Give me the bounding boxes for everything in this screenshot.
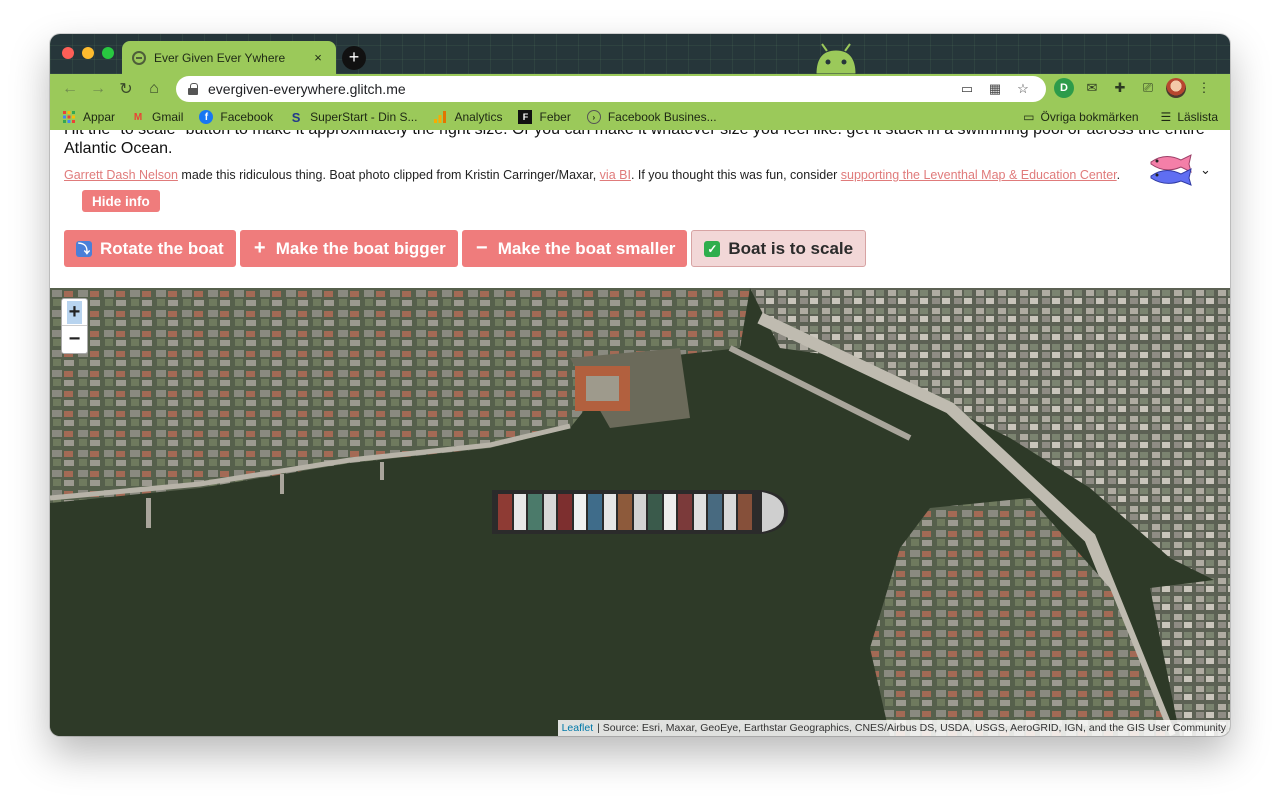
- bookmark-label: Facebook Busines...: [607, 110, 717, 124]
- ever-given-boat[interactable]: [492, 490, 788, 534]
- bookmark-gmail[interactable]: M Gmail: [131, 110, 184, 124]
- zoom-window-button[interactable]: [102, 47, 114, 59]
- intro-line-1: Hit the "to scale" button to make it app…: [64, 130, 1214, 139]
- chevron-down-icon[interactable]: ⌄: [1200, 162, 1211, 178]
- globe-icon: [132, 50, 146, 65]
- credit-text: .: [1116, 168, 1121, 182]
- bookmark-label: SuperStart - Din S...: [310, 110, 418, 124]
- home-icon[interactable]: ⌂: [140, 75, 168, 103]
- attribution-source: | Source: Esri, Maxar, GeoEye, Earthstar…: [597, 722, 1226, 734]
- install-app-icon[interactable]: ▭: [956, 81, 978, 97]
- bookmark-analytics[interactable]: Analytics: [433, 110, 502, 124]
- plus-icon: +: [253, 237, 266, 259]
- extension-green-icon[interactable]: D: [1054, 78, 1074, 98]
- via-bi-link[interactable]: via BI: [600, 168, 631, 182]
- map-imagery: [50, 288, 1230, 736]
- lock-icon[interactable]: [188, 83, 198, 95]
- button-label: Make the boat smaller: [497, 238, 676, 258]
- back-arrow-icon[interactable]: ←: [56, 75, 84, 103]
- browser-toolbar: ← → ↻ ⌂ evergiven-everywhere.glitch.me ▭…: [50, 74, 1230, 104]
- leaflet-link[interactable]: Leaflet: [562, 722, 594, 734]
- hide-info-button[interactable]: Hide info: [82, 190, 160, 212]
- cast-icon[interactable]: ⎚: [1138, 78, 1158, 98]
- facebook-business-icon: ›: [586, 110, 601, 124]
- tab-strip: Ever Given Ever Ywhere × +: [50, 34, 1230, 74]
- other-bookmarks[interactable]: Övriga bokmärken: [1041, 110, 1139, 124]
- map-attribution: Leaflet | Source: Esri, Maxar, GeoEye, E…: [557, 720, 1230, 736]
- check-mark-icon: ✓: [704, 240, 721, 257]
- superstart-icon: S: [291, 109, 301, 125]
- bookmarks-right: ▭ Övriga bokmärken ☰ Läslista: [1023, 104, 1218, 130]
- analytics-icon: [433, 110, 447, 124]
- facebook-icon: f: [199, 110, 214, 124]
- gmail-icon: M: [133, 111, 143, 123]
- intro-line-2: Atlantic Ocean.: [64, 140, 173, 157]
- apps-grid-icon: [62, 110, 76, 124]
- browser-window: Ever Given Ever Ywhere × + ← → ↻ ⌂ everg…: [50, 34, 1230, 736]
- reload-icon[interactable]: ↻: [112, 75, 140, 103]
- button-label: Boat is to scale: [728, 238, 854, 258]
- bigger-boat-button[interactable]: + Make the boat bigger: [239, 230, 458, 267]
- mail-extension-icon[interactable]: ✉: [1082, 78, 1102, 98]
- boat-to-scale-button[interactable]: ✓ Boat is to scale: [691, 230, 867, 267]
- author-link[interactable]: Garrett Dash Nelson: [64, 168, 178, 182]
- url-text[interactable]: evergiven-everywhere.glitch.me: [208, 81, 950, 97]
- fish-logo-icon: [1150, 154, 1192, 186]
- extensions-area: D ✉ ✚ ⎚ ⋮: [1054, 78, 1214, 98]
- bookmark-facebook-business[interactable]: › Facebook Busines...: [586, 110, 717, 124]
- satellite-map[interactable]: + − Leaflet | Source: Esri, Maxar, GeoEy…: [50, 288, 1230, 736]
- credit-text: . If you thought this was fun, consider: [630, 168, 841, 182]
- button-label: Rotate the boat: [100, 238, 224, 258]
- bookmark-superstart[interactable]: S SuperStart - Din S...: [289, 109, 418, 125]
- android-theme-icon: [815, 43, 857, 74]
- rotate-arrow-icon: ⤵: [76, 240, 92, 257]
- folder-icon: ▭: [1023, 110, 1035, 124]
- bookmark-appar[interactable]: Appar: [62, 110, 115, 124]
- bookmark-star-icon[interactable]: ☆: [1012, 81, 1034, 97]
- button-label: Make the boat bigger: [275, 238, 446, 258]
- zoom-control: + −: [61, 298, 88, 354]
- bookmark-label: Facebook: [220, 110, 274, 124]
- close-window-button[interactable]: [62, 47, 74, 59]
- forward-arrow-icon[interactable]: →: [84, 75, 112, 103]
- feber-icon: F: [518, 110, 533, 124]
- smaller-boat-button[interactable]: − Make the boat smaller: [461, 230, 688, 267]
- rotate-boat-button[interactable]: ⤵ Rotate the boat: [64, 230, 236, 267]
- bookmark-feber[interactable]: F Feber: [518, 110, 571, 124]
- kebab-menu-icon[interactable]: ⋮: [1194, 78, 1214, 98]
- boat-controls: ⤵ Rotate the boat + Make the boat bigger…: [64, 230, 867, 267]
- credits-line: Garrett Dash Nelson made this ridiculous…: [64, 168, 1120, 182]
- bookmark-label: Analytics: [454, 110, 503, 124]
- bookmark-label: Gmail: [152, 110, 184, 124]
- tab-close-icon[interactable]: ×: [310, 50, 326, 65]
- reading-list[interactable]: Läslista: [1177, 110, 1218, 124]
- qr-code-icon[interactable]: ▦: [984, 81, 1006, 97]
- puzzle-extensions-icon[interactable]: ✚: [1110, 78, 1130, 98]
- tab-title: Ever Given Ever Ywhere: [154, 50, 286, 65]
- zoom-in-button[interactable]: +: [62, 299, 87, 326]
- credit-text: made this ridiculous thing. Boat photo c…: [177, 168, 600, 182]
- bookmark-label: Appar: [83, 110, 116, 124]
- support-link[interactable]: supporting the Leventhal Map & Education…: [841, 168, 1117, 182]
- new-tab-button[interactable]: +: [342, 46, 366, 70]
- zoom-out-button[interactable]: −: [62, 326, 87, 353]
- intro-text: Hit the "to scale" button to make it app…: [64, 130, 1214, 158]
- bookmark-facebook[interactable]: f Facebook: [199, 110, 273, 124]
- address-bar[interactable]: evergiven-everywhere.glitch.me ▭ ▦ ☆: [176, 76, 1046, 102]
- bookmark-label: Feber: [539, 110, 571, 124]
- browser-tab-active[interactable]: Ever Given Ever Ywhere ×: [122, 41, 336, 74]
- profile-avatar[interactable]: [1166, 78, 1186, 98]
- minus-icon: −: [475, 237, 488, 259]
- zoom-in-label: +: [66, 300, 83, 324]
- page-content: Hit the "to scale" button to make it app…: [50, 130, 1230, 736]
- bookmarks-bar: Appar M Gmail f Facebook S SuperStart - …: [50, 104, 1230, 130]
- minimize-window-button[interactable]: [82, 47, 94, 59]
- reading-list-icon: ☰: [1160, 110, 1172, 124]
